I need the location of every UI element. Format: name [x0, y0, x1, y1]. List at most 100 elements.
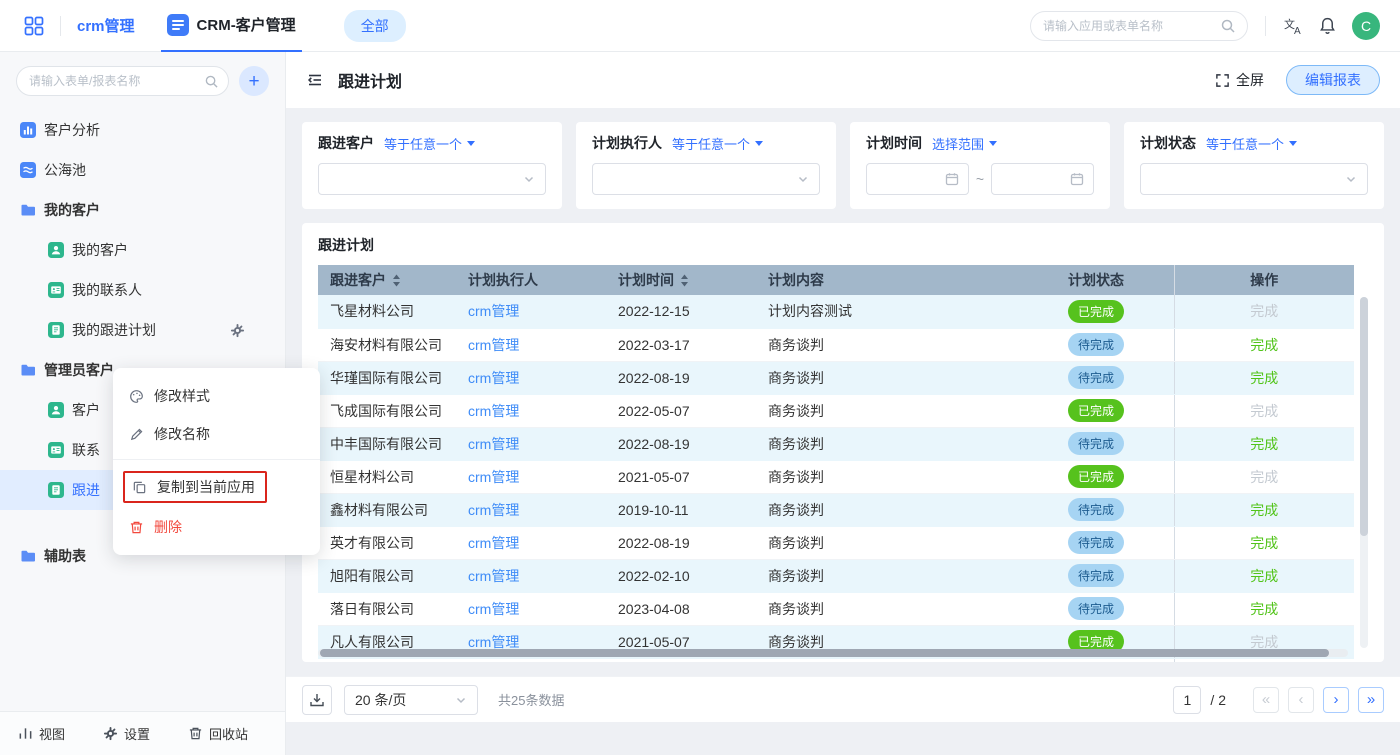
all-pill-button[interactable]: 全部 [344, 10, 406, 42]
table-row[interactable]: 飞成国际有限公司 crm管理 2022-05-07 商务谈判 已完成 完成 [318, 394, 1354, 427]
cell-status: 已完成 [1056, 394, 1174, 427]
horizontal-scrollbar[interactable] [318, 649, 1348, 657]
topbar-search-field[interactable] [1043, 19, 1221, 33]
sort-icon[interactable] [680, 274, 689, 287]
executor-link[interactable]: crm管理 [468, 568, 519, 584]
chevron-down-icon [1345, 173, 1357, 185]
cell-action: 完成 [1174, 394, 1354, 427]
complete-action-link[interactable]: 完成 [1250, 469, 1278, 485]
collapse-sidebar-icon[interactable] [306, 71, 324, 89]
customer-filter-select[interactable] [318, 163, 546, 195]
executor-link[interactable]: crm管理 [468, 601, 519, 617]
translate-icon[interactable]: 文A [1283, 16, 1303, 36]
sidebar-search-field[interactable] [29, 74, 199, 88]
col-customer[interactable]: 跟进客户 [318, 265, 456, 295]
page-size-select[interactable]: 20 条/页 [344, 685, 478, 715]
item-settings-gear-icon[interactable] [230, 323, 245, 338]
sidebar-item-public-pool[interactable]: 公海池 [0, 150, 285, 190]
table-row[interactable]: 中丰国际有限公司 crm管理 2022-08-19 商务谈判 待完成 完成 [318, 427, 1354, 460]
export-button[interactable] [302, 685, 332, 715]
vertical-scrollbar-thumb[interactable] [1360, 297, 1368, 536]
vertical-scrollbar[interactable] [1360, 297, 1368, 648]
sidebar-item-my-contacts[interactable]: 我的联系人 [0, 270, 285, 310]
horizontal-scrollbar-thumb[interactable] [320, 649, 1329, 657]
sidebar-item-customer-analysis[interactable]: 客户分析 [0, 110, 285, 150]
sidebar-folder-my-customer[interactable]: 我的客户 [0, 190, 285, 230]
table-row[interactable]: 恒星材料公司 crm管理 2021-05-07 商务谈判 已完成 完成 [318, 460, 1354, 493]
bell-icon[interactable] [1318, 16, 1337, 35]
end-date-input[interactable] [991, 163, 1094, 195]
complete-action-link[interactable]: 完成 [1250, 436, 1278, 452]
filter-condition-dropdown[interactable]: 选择范围 [932, 134, 997, 153]
recycle-label: 回收站 [209, 724, 248, 743]
complete-action-link[interactable]: 完成 [1250, 337, 1278, 353]
avatar[interactable]: C [1352, 12, 1380, 40]
status-filter-select[interactable] [1140, 163, 1368, 195]
last-page-button[interactable]: » [1358, 687, 1384, 713]
table-row[interactable]: 华瑾国际有限公司 crm管理 2022-08-19 商务谈判 待完成 完成 [318, 361, 1354, 394]
executor-link[interactable]: crm管理 [468, 403, 519, 419]
caret-down-icon [989, 141, 997, 146]
executor-link[interactable]: crm管理 [468, 337, 519, 353]
complete-action-link[interactable]: 完成 [1250, 634, 1278, 650]
cell-date: 2022-05-07 [606, 394, 756, 427]
menu-item-label: 修改样式 [154, 386, 210, 406]
view-button[interactable]: 视图 [18, 724, 65, 743]
executor-link[interactable]: crm管理 [468, 436, 519, 452]
executor-link[interactable]: crm管理 [468, 370, 519, 386]
cell-action: 完成 [1174, 559, 1354, 592]
table-row[interactable]: 落日有限公司 crm管理 2023-04-08 商务谈判 待完成 完成 [318, 592, 1354, 625]
complete-action-link[interactable]: 完成 [1250, 568, 1278, 584]
fullscreen-button[interactable]: 全屏 [1215, 70, 1264, 90]
complete-action-link[interactable]: 完成 [1250, 601, 1278, 617]
table-row[interactable]: 英才有限公司 crm管理 2022-08-19 商务谈判 待完成 完成 [318, 526, 1354, 559]
filter-condition-dropdown[interactable]: 等于任意一个 [384, 134, 475, 153]
follow-plan-table: 跟进客户 计划执行人 计划时间 计划内容 计划状态 操作 [318, 265, 1354, 662]
first-page-button[interactable]: « [1253, 687, 1279, 713]
settings-button[interactable]: 设置 [103, 724, 150, 743]
prev-page-button[interactable]: ‹ [1288, 687, 1314, 713]
sort-icon[interactable] [392, 274, 401, 287]
complete-action-link[interactable]: 完成 [1250, 535, 1278, 551]
table-row[interactable]: 鑫材料有限公司 crm管理 2019-10-11 商务谈判 待完成 完成 [318, 493, 1354, 526]
executor-link[interactable]: crm管理 [468, 634, 519, 650]
recycle-bin-button[interactable]: 回收站 [188, 724, 248, 743]
table-row[interactable]: 星辰材料有限公司 crm管理 2021-08-11 商务谈判 已完成 完成 [318, 658, 1354, 662]
table-row[interactable]: 旭阳有限公司 crm管理 2022-02-10 商务谈判 待完成 完成 [318, 559, 1354, 592]
edit-report-button[interactable]: 编辑报表 [1286, 65, 1380, 95]
caret-down-icon [467, 141, 475, 146]
sidebar-item-my-follow-plan[interactable]: 我的跟进计划 [0, 310, 285, 350]
executor-link[interactable]: crm管理 [468, 303, 519, 319]
menu-item-delete[interactable]: 删除 [113, 508, 320, 546]
executor-link[interactable]: crm管理 [468, 469, 519, 485]
app-tab-crm[interactable]: CRM-客户管理 [161, 0, 302, 52]
complete-action-link[interactable]: 完成 [1250, 403, 1278, 419]
start-date-input[interactable] [866, 163, 969, 195]
filter-row: 跟进客户 等于任意一个 计划执行人 等于任意一个 [302, 122, 1384, 209]
menu-item-copy-to-app[interactable]: 复制到当前应用 [113, 466, 320, 508]
topbar-search-input[interactable] [1030, 11, 1248, 41]
table-row[interactable]: 飞星材料公司 crm管理 2022-12-15 计划内容测试 已完成 完成 [318, 295, 1354, 328]
table-row[interactable]: 海安材料有限公司 crm管理 2022-03-17 商务谈判 待完成 完成 [318, 328, 1354, 361]
cell-content: 商务谈判 [756, 460, 1056, 493]
col-date[interactable]: 计划时间 [606, 265, 756, 295]
add-form-button[interactable]: + [239, 66, 269, 96]
filter-condition-dropdown[interactable]: 等于任意一个 [1206, 134, 1297, 153]
sidebar-item-my-customer[interactable]: 我的客户 [0, 230, 285, 270]
sidebar-search-input[interactable] [16, 66, 229, 96]
workspace-name[interactable]: crm管理 [77, 15, 135, 36]
next-page-button[interactable]: › [1323, 687, 1349, 713]
executor-filter-select[interactable] [592, 163, 820, 195]
complete-action-link[interactable]: 完成 [1250, 303, 1278, 319]
menu-item-rename[interactable]: 修改名称 [113, 415, 320, 453]
apps-grid-icon[interactable] [24, 16, 44, 36]
status-badge: 待完成 [1068, 498, 1124, 521]
current-page-input[interactable]: 1 [1173, 686, 1201, 714]
complete-action-link[interactable]: 完成 [1250, 502, 1278, 518]
filter-condition-dropdown[interactable]: 等于任意一个 [672, 134, 763, 153]
cell-action: 完成 [1174, 328, 1354, 361]
complete-action-link[interactable]: 完成 [1250, 370, 1278, 386]
executor-link[interactable]: crm管理 [468, 535, 519, 551]
executor-link[interactable]: crm管理 [468, 502, 519, 518]
menu-item-edit-style[interactable]: 修改样式 [113, 377, 320, 415]
